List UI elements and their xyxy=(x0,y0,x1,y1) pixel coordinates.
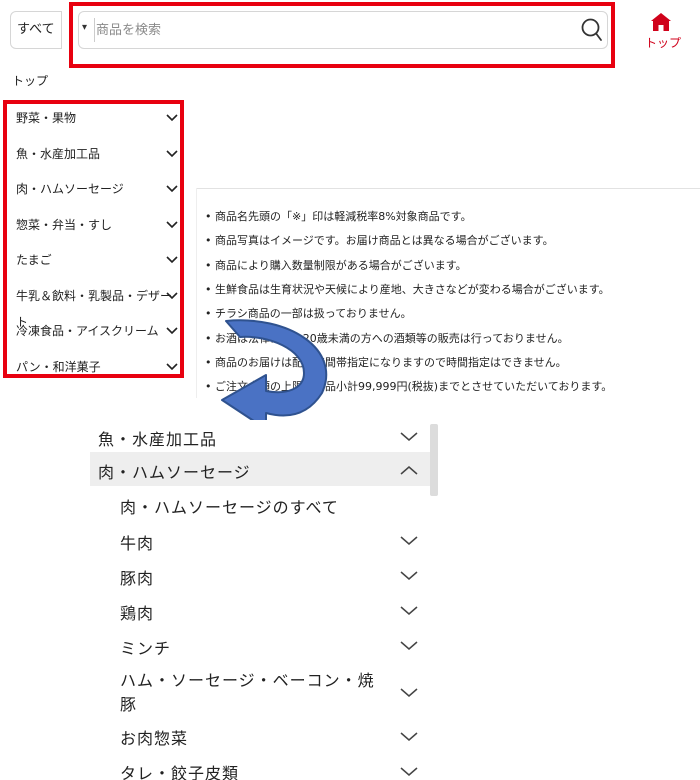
content-divider-vertical xyxy=(196,188,197,398)
chevron-down-icon xyxy=(400,571,418,580)
submenu-item-label: ミンチ xyxy=(120,639,172,658)
submenu-item-label: 牛肉 xyxy=(120,534,155,553)
submenu-item-label: 鶏肉 xyxy=(120,604,155,623)
chevron-down-icon xyxy=(400,641,418,650)
notice-text: 生鮮食品は生育状況や天候により産地、大きさなどが変わる場合がございます。 xyxy=(215,283,610,296)
submenu-item[interactable]: お肉惣菜 xyxy=(90,722,430,756)
notice-text: 商品写真はイメージです。お届け商品とは異なる場合がございます。 xyxy=(215,234,554,247)
submenu-item[interactable]: ハム・ソーセージ・ベーコン・焼豚 xyxy=(90,666,430,720)
chevron-down-icon xyxy=(400,536,418,545)
chevron-down-icon xyxy=(400,732,418,741)
chevron-down-icon xyxy=(400,688,418,697)
submenu-item-label: タレ・餃子皮類 xyxy=(120,764,240,780)
notice-text: 商品により購入数量制限がある場合がございます。 xyxy=(215,259,467,272)
menu-item-label: 肉・ハムソーセージ xyxy=(98,463,251,482)
home-link[interactable]: トップ xyxy=(645,34,681,51)
submenu-item-label: ハム・ソーセージ・ベーコン・焼豚 xyxy=(120,671,375,714)
expanded-category-menu: 魚・水産加工品 肉・ハムソーセージ 肉・ハムソーセージのすべて 牛肉 豚肉 鶏肉… xyxy=(90,420,430,780)
submenu-item[interactable]: 肉・ハムソーセージのすべて xyxy=(90,488,430,522)
submenu-item[interactable]: 鶏肉 xyxy=(90,594,430,628)
chevron-down-icon xyxy=(400,432,418,441)
notice-item: • 生鮮食品は生育状況や天候により産地、大きさなどが変わる場合がございます。 xyxy=(205,283,610,296)
search-scope-select[interactable]: すべて xyxy=(10,11,62,49)
submenu-item[interactable]: 豚肉 xyxy=(90,559,430,593)
menu-scrollbar[interactable] xyxy=(430,424,438,496)
search-scope-label: すべて xyxy=(17,22,55,37)
submenu-item-label: 肉・ハムソーセージのすべて xyxy=(120,498,339,517)
home-icon[interactable] xyxy=(650,12,672,32)
search-highlight-box xyxy=(69,2,615,68)
menu-item-label: 魚・水産加工品 xyxy=(98,430,218,449)
chevron-down-icon xyxy=(400,767,418,776)
breadcrumb[interactable]: トップ xyxy=(12,72,48,89)
submenu-item[interactable]: 牛肉 xyxy=(90,524,430,558)
submenu-item[interactable]: タレ・餃子皮類 xyxy=(90,756,430,780)
submenu-item-label: 豚肉 xyxy=(120,569,155,588)
menu-item[interactable]: 魚・水産加工品 xyxy=(90,420,430,452)
menu-item-active[interactable]: 肉・ハムソーセージ xyxy=(90,452,430,486)
notice-text: 商品名先頭の「※」印は軽減税率8%対象商品です。 xyxy=(215,210,472,223)
chevron-up-icon xyxy=(400,466,418,475)
submenu-item-label: お肉惣菜 xyxy=(120,729,189,748)
submenu-item[interactable]: ミンチ xyxy=(90,629,430,663)
notice-item: • 商品により購入数量制限がある場合がございます。 xyxy=(205,259,467,272)
notice-item: • 商品名先頭の「※」印は軽減税率8%対象商品です。 xyxy=(205,210,472,223)
chevron-down-icon xyxy=(400,606,418,615)
content-divider xyxy=(196,188,700,189)
category-highlight-box xyxy=(3,100,184,378)
notice-item: • 商品写真はイメージです。お届け商品とは異なる場合がございます。 xyxy=(205,234,554,247)
